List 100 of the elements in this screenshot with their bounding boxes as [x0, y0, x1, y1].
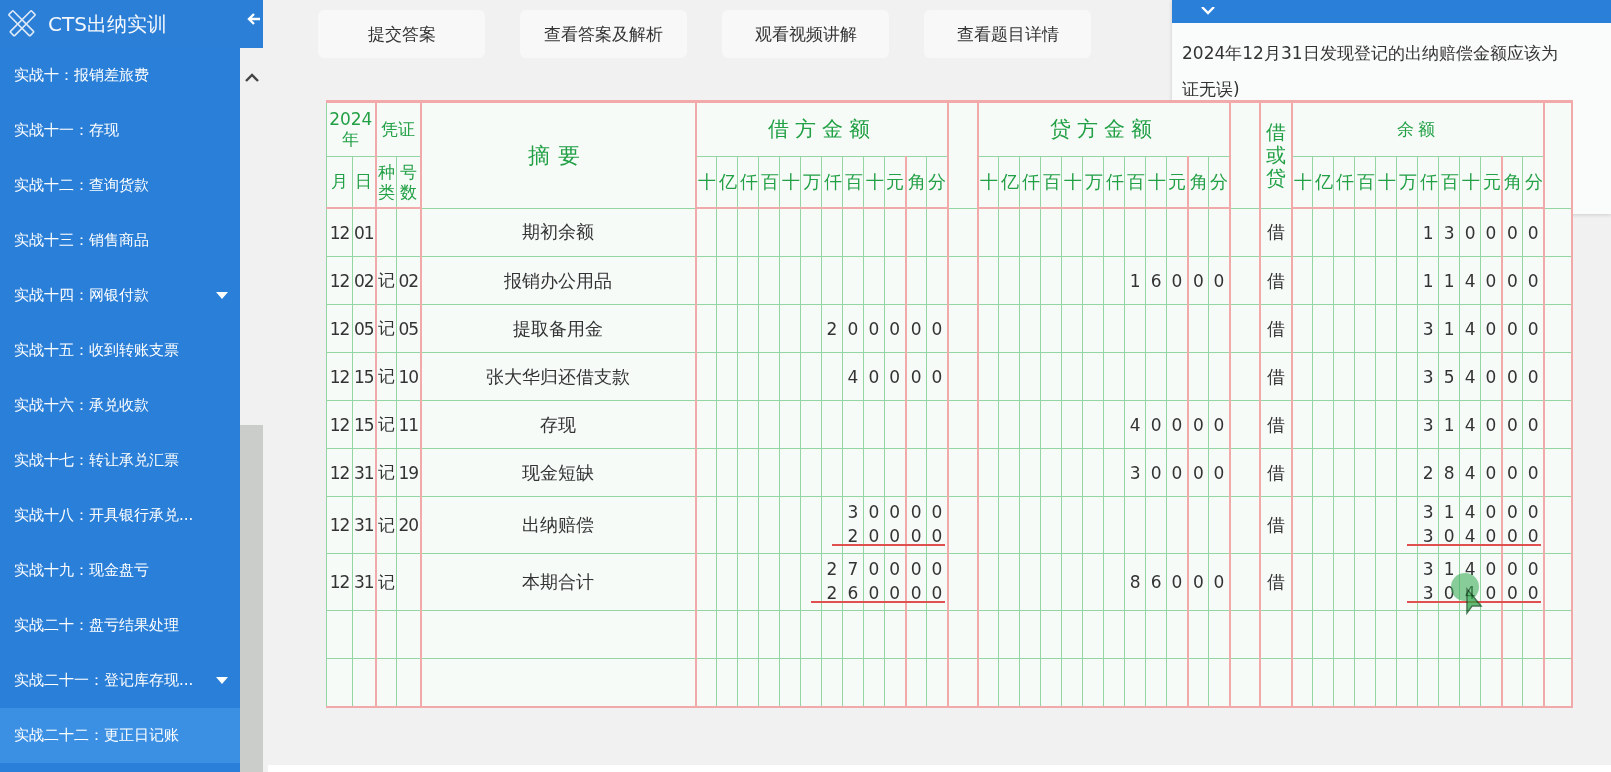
sidebar-item[interactable]: 实战二十二：更正日记账	[0, 708, 240, 763]
amount-digit: 7	[846, 558, 860, 580]
toolbar-button[interactable]: 查看题目详情	[924, 10, 1091, 58]
direction-cell: 借	[1266, 269, 1285, 291]
amount-digit: 1	[1442, 269, 1456, 292]
unit-header: 元	[884, 156, 906, 208]
sidebar-item[interactable]: 实战十一：存现	[0, 103, 240, 158]
month-cell: 12	[329, 270, 350, 291]
amount-digit: 0	[1526, 317, 1540, 340]
sidebar-item[interactable]: 实战二十一：登记库存现...	[0, 653, 240, 708]
amount-digit: 1	[1421, 269, 1435, 292]
pencil-ruler-icon	[8, 10, 36, 38]
amount-digit: 0	[1212, 269, 1226, 292]
struck-digit: 2	[846, 525, 860, 547]
amount-digit: 0	[1484, 461, 1498, 484]
day-cell: 31	[353, 515, 374, 535]
toolbar-button[interactable]: 查看答案及解析	[520, 10, 687, 58]
amount-digit: 3	[1128, 461, 1142, 484]
amount-digit: 8	[1442, 461, 1456, 484]
sidebar-item[interactable]: 实战十七：转让承兑汇票	[0, 433, 240, 488]
struck-digit: 0	[1442, 582, 1456, 604]
unit-header: 亿	[998, 156, 1020, 208]
sidebar-item[interactable]: 实战十五：收到转账支票	[0, 323, 240, 378]
direction-cell: 借	[1266, 365, 1285, 387]
direction-cell: 借	[1266, 221, 1285, 243]
unit-header: 万	[800, 156, 822, 208]
amount-digit: 0	[1526, 269, 1540, 292]
amount-digit: 0	[1170, 269, 1184, 292]
sidebar-item[interactable]: 实战十二：查询货款	[0, 158, 240, 213]
question-text: 证无误)	[1181, 78, 1241, 101]
summary-cell: 现金短缺	[522, 461, 594, 483]
amount-digit: 4	[1463, 365, 1477, 388]
unit-header: 十	[977, 156, 999, 208]
credit-header: 贷方金额	[977, 101, 1230, 157]
toolbar-button[interactable]: 观看视频讲解	[722, 10, 889, 58]
sidebar-item[interactable]: 实战十八：开具银行承兑...	[0, 488, 240, 543]
toolbar-button[interactable]: 提交答案	[318, 10, 485, 58]
back-arrow-icon[interactable]	[247, 12, 261, 26]
summary-cell: 提取备用金	[513, 317, 603, 339]
month-header: 月	[326, 156, 353, 208]
question-text: 2024年12月31日发现登记的出纳赔偿金额应该为	[1181, 42, 1559, 65]
sidebar-item[interactable]: 实战十三：销售商品	[0, 213, 240, 268]
scrollbar-thumb[interactable]	[240, 425, 263, 772]
unit-header: 百	[1438, 156, 1460, 208]
amount-digit: 0	[1526, 221, 1540, 244]
amount-digit: 0	[1484, 269, 1498, 292]
struck-digit: 0	[867, 525, 881, 547]
unit-header: 分	[1208, 156, 1230, 208]
amount-digit: 1	[1442, 317, 1456, 340]
amount-digit: 4	[1463, 317, 1477, 340]
amount-digit: 4	[1463, 461, 1477, 484]
amount-digit: 4	[1463, 558, 1477, 580]
amount-digit: 0	[1506, 501, 1519, 523]
direction-cell: 借	[1266, 514, 1285, 535]
struck-digit: 0	[1506, 582, 1519, 604]
voucher-header: 凭证	[375, 101, 421, 157]
summary-header: 摘要	[420, 101, 696, 208]
unit-header: 亿	[1312, 156, 1334, 208]
summary-cell: 存现	[540, 413, 576, 435]
direction-cell: 借	[1266, 461, 1285, 483]
unit-header: 万	[1396, 156, 1418, 208]
amount-digit: 0	[1212, 571, 1226, 593]
unit-header: 仟	[1333, 156, 1355, 208]
unit-header: 百	[1354, 156, 1376, 208]
unit-header: 仟	[1103, 156, 1125, 208]
sidebar-item[interactable]: 实战十九：现金盘亏	[0, 543, 240, 598]
amount-digit: 0	[1149, 461, 1163, 484]
amount-digit: 0	[1526, 501, 1540, 523]
day-cell: 02	[353, 270, 374, 291]
voucher-number-cell: 05	[398, 318, 419, 339]
amount-digit: 0	[909, 365, 923, 388]
amount-digit: 0	[1212, 413, 1226, 436]
amount-digit: 0	[1170, 413, 1184, 436]
amount-digit: 6	[1149, 269, 1163, 292]
sidebar-item[interactable]: 实战十：报销差旅费	[0, 48, 240, 103]
unit-header: 万	[1082, 156, 1104, 208]
struck-digit: 0	[1484, 582, 1498, 604]
sidebar-item[interactable]: 实战十四：网银付款	[0, 268, 240, 323]
voucher-kind-cell: 记	[378, 414, 395, 434]
struck-digit: 0	[1526, 582, 1540, 604]
amount-digit: 0	[1192, 571, 1205, 593]
summary-cell: 期初余额	[522, 221, 594, 243]
struck-digit: 0	[888, 525, 902, 547]
voucher-kind-cell: 记	[378, 462, 395, 482]
amount-digit: 2	[825, 317, 839, 340]
unit-header: 十	[1291, 156, 1313, 208]
amount-digit: 0	[909, 501, 923, 523]
amount-digit: 0	[1149, 413, 1163, 436]
amount-digit: 2	[825, 558, 839, 580]
struck-digit: 0	[930, 525, 944, 547]
sidebar-item[interactable]: 实战二十：盘亏结果处理	[0, 598, 240, 653]
month-cell: 12	[329, 318, 350, 339]
struck-digit: 3	[1421, 525, 1435, 547]
amount-digit: 0	[1506, 365, 1519, 388]
sidebar-item[interactable]: 实战十六：承兑收款	[0, 378, 240, 433]
amount-digit: 0	[1484, 221, 1498, 244]
scroll-up-icon[interactable]	[244, 73, 259, 82]
amount-digit: 0	[1170, 571, 1184, 593]
amount-digit: 0	[1192, 461, 1205, 484]
chevron-icon[interactable]	[1200, 7, 1216, 16]
